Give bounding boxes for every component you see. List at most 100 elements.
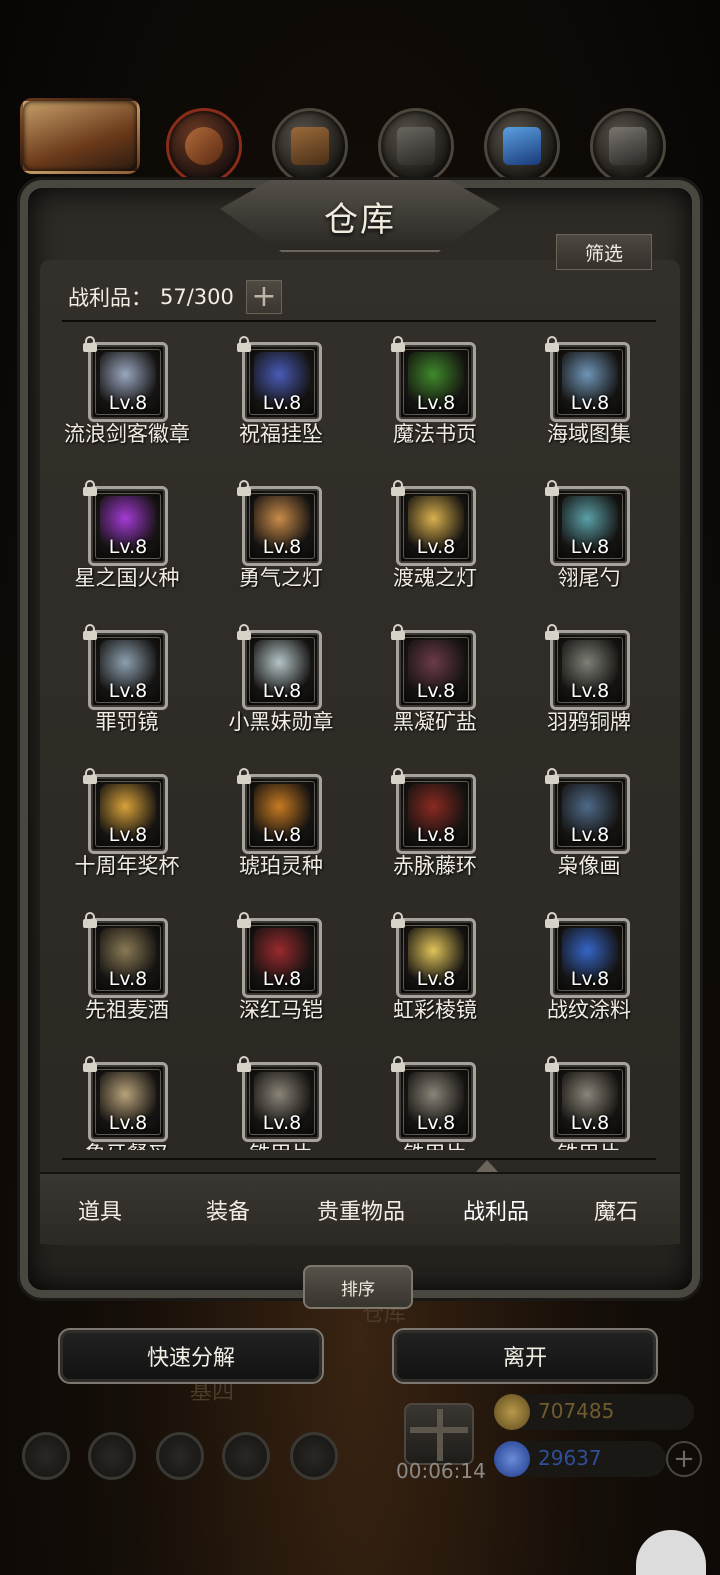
item-level: Lv.8 xyxy=(416,968,456,990)
item-slot[interactable]: Lv.8 赤脉藤环 xyxy=(358,762,512,894)
item-level: Lv.8 xyxy=(262,680,302,702)
item-slot[interactable]: Lv.8 星之国火种 xyxy=(50,474,204,606)
filter-button[interactable]: 筛选 xyxy=(556,234,652,270)
item-name: 战纹涂料 xyxy=(547,998,631,1022)
item-name: 祝福挂坠 xyxy=(239,422,323,446)
ore-icon[interactable] xyxy=(378,108,454,184)
shop-icon[interactable] xyxy=(166,108,242,184)
divider-top xyxy=(62,320,656,322)
item-slot[interactable]: Lv.8 十周年奖杯 xyxy=(50,762,204,894)
item-name: 琥珀灵种 xyxy=(239,854,323,878)
item-level: Lv.8 xyxy=(570,536,610,558)
item-slot[interactable]: Lv.8 战纹涂料 xyxy=(512,906,666,1038)
item-slot[interactable]: Lv.8 先祖麦酒 xyxy=(50,906,204,1038)
item-slot[interactable]: Lv.8象牙餐叉 xyxy=(50,1050,204,1150)
item-name: 渡魂之灯 xyxy=(393,566,477,590)
item-slot[interactable]: Lv.8 祝福挂坠 xyxy=(204,330,358,462)
item-slot[interactable]: Lv.8 小黑妹勋章 xyxy=(204,618,358,750)
item-name: 黑凝矿盐 xyxy=(393,710,477,734)
lock-icon xyxy=(82,624,98,640)
lock-icon xyxy=(236,480,252,496)
divider-bottom xyxy=(62,1158,656,1160)
inventory-count: 战利品： 57/300 + xyxy=(68,280,282,314)
item-level: Lv.8 xyxy=(570,392,610,414)
leave-button[interactable]: 离开 xyxy=(392,1328,658,1384)
tab-valuables[interactable]: 贵重物品 xyxy=(296,1174,426,1246)
item-name: 魔法书页 xyxy=(393,422,477,446)
tab-magic-stones[interactable]: 魔石 xyxy=(556,1174,676,1246)
tab-loot[interactable]: 战利品 xyxy=(436,1174,556,1246)
metal-icon[interactable] xyxy=(590,108,666,184)
item-level: Lv.8 xyxy=(108,680,148,702)
item-slot[interactable]: Lv.8 羽鸦铜牌 xyxy=(512,618,666,750)
quick-decompose-button[interactable]: 快速分解 xyxy=(58,1328,324,1384)
item-slot[interactable]: Lv.8 深红马铠 xyxy=(204,906,358,1038)
materials-icon[interactable] xyxy=(272,108,348,184)
item-slot[interactable]: Lv.8 虹彩棱镜 xyxy=(358,906,512,1038)
item-slot[interactable]: Lv.8 罪罚镜 xyxy=(50,618,204,750)
tab-bar: 道具 装备 贵重物品 战利品 魔石 xyxy=(40,1172,680,1244)
lock-icon xyxy=(82,336,98,352)
item-level: Lv.8 xyxy=(262,824,302,846)
item-slot[interactable]: Lv.8 流浪剑客徽章 xyxy=(50,330,204,462)
item-name: 十周年奖杯 xyxy=(74,854,180,878)
count-value: 57/300 xyxy=(160,285,234,309)
lock-icon xyxy=(544,480,560,496)
tab-equipment[interactable]: 装备 xyxy=(168,1174,288,1246)
item-level: Lv.8 xyxy=(262,392,302,414)
mail-icon[interactable] xyxy=(222,1432,270,1480)
item-level: Lv.8 xyxy=(416,392,456,414)
event-icon[interactable] xyxy=(20,98,140,174)
category-icon-bar xyxy=(18,98,702,190)
expand-capacity-button[interactable]: + xyxy=(245,280,282,314)
gem-value: 29637 xyxy=(538,1446,602,1470)
item-name: 羽鸦铜牌 xyxy=(547,710,631,734)
lock-icon xyxy=(390,912,406,928)
gift-box-icon[interactable] xyxy=(404,1403,474,1465)
lock-icon xyxy=(390,336,406,352)
lock-icon xyxy=(544,1056,560,1072)
gold-counter: 707485 xyxy=(494,1394,694,1430)
item-slot[interactable]: Lv.8 黑凝矿盐 xyxy=(358,618,512,750)
item-name: 铁甲片 xyxy=(506,1138,670,1150)
item-slot[interactable]: Lv.8铁甲片 xyxy=(358,1050,512,1150)
lock-icon xyxy=(236,768,252,784)
crystal-icon[interactable] xyxy=(484,108,560,184)
item-level: Lv.8 xyxy=(262,536,302,558)
item-slot[interactable]: Lv.8 琥珀灵种 xyxy=(204,762,358,894)
item-slot[interactable]: Lv.8 魔法书页 xyxy=(358,330,512,462)
item-name: 翎尾勺 xyxy=(557,566,621,590)
bag-icon[interactable] xyxy=(156,1432,204,1480)
guild-icon[interactable] xyxy=(290,1432,338,1480)
lock-icon xyxy=(236,1056,252,1072)
lock-icon xyxy=(390,768,406,784)
item-slot[interactable]: Lv.8铁甲片 xyxy=(512,1050,666,1150)
item-slot[interactable]: Lv.8 渡魂之灯 xyxy=(358,474,512,606)
lock-icon xyxy=(82,768,98,784)
item-name: 象牙餐叉 xyxy=(50,1138,210,1150)
item-name: 先祖麦酒 xyxy=(85,998,169,1022)
item-slot[interactable]: Lv.8 海域图集 xyxy=(512,330,666,462)
gold-coin-icon xyxy=(494,1394,530,1430)
item-slot[interactable]: Lv.8 翎尾勺 xyxy=(512,474,666,606)
tab-props[interactable]: 道具 xyxy=(40,1174,160,1246)
item-level: Lv.8 xyxy=(416,1112,456,1134)
quest-icon[interactable] xyxy=(88,1432,136,1480)
item-grid-viewport[interactable]: Lv.8 流浪剑客徽章 Lv.8 祝福挂坠 Lv.8 魔法书页 Lv.8 海域图集 Lv.8 星之… xyxy=(50,330,670,1150)
item-level: Lv.8 xyxy=(570,968,610,990)
settings-icon[interactable] xyxy=(22,1432,70,1480)
item-slot[interactable]: Lv.8 勇气之灯 xyxy=(204,474,358,606)
item-name: 铁甲片 xyxy=(198,1138,364,1150)
gift-timer: 00:06:14 xyxy=(396,1459,486,1483)
sort-button[interactable]: 排序 xyxy=(303,1265,413,1309)
gem-icon xyxy=(494,1441,530,1477)
item-level: Lv.8 xyxy=(570,824,610,846)
item-name: 勇气之灯 xyxy=(239,566,323,590)
item-name: 铁甲片 xyxy=(352,1138,518,1150)
lock-icon xyxy=(236,624,252,640)
gem-counter: 29637 xyxy=(494,1441,666,1477)
gold-value: 707485 xyxy=(538,1399,615,1423)
item-slot[interactable]: Lv.8铁甲片 xyxy=(204,1050,358,1150)
item-slot[interactable]: Lv.8 枭像画 xyxy=(512,762,666,894)
add-gems-button[interactable]: + xyxy=(666,1441,702,1477)
